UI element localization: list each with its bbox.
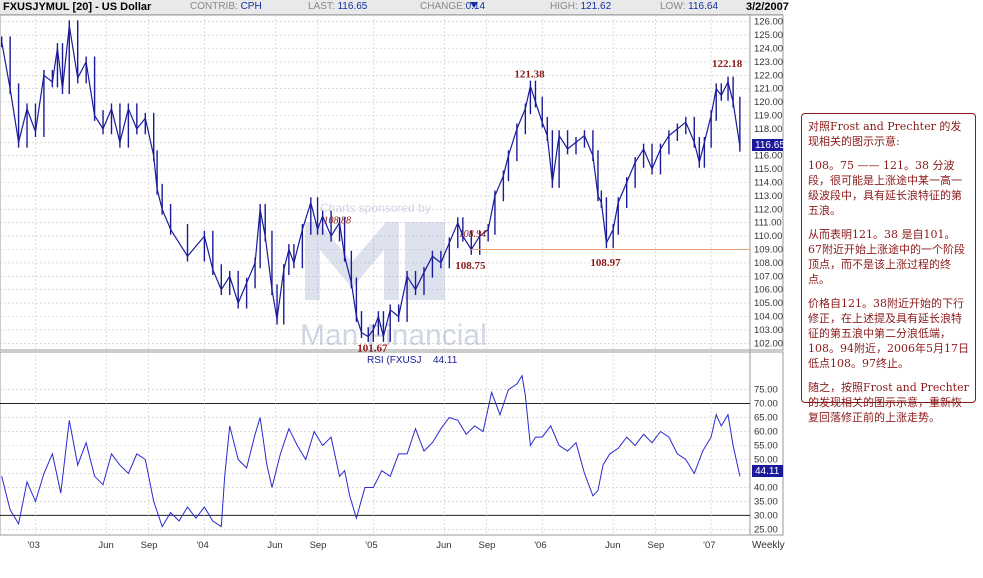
price-series xyxy=(0,20,750,342)
rsi-value-readout: 44.11 xyxy=(433,355,458,366)
price-tick-label: 118.00 xyxy=(754,124,782,135)
rsi-tick-label: 55.00 xyxy=(754,441,778,452)
note-para-4: 价格自121。38附近开始的下行修正，在上述提及具有延长浪特征的第五浪中第二分浪… xyxy=(808,297,969,370)
price-tick-label: 125.00 xyxy=(754,30,783,41)
time-tick-label: Jun xyxy=(436,540,451,551)
price-annotation: 108.88 xyxy=(324,215,352,226)
rsi-tick-label: 40.00 xyxy=(754,482,778,493)
time-tick-label: '05 xyxy=(365,540,377,551)
rsi-tick-label: 35.00 xyxy=(754,496,778,507)
price-annotation: 108.75 xyxy=(455,260,486,272)
price-tick-label: 126.00 xyxy=(754,17,783,28)
price-tick-label: 109.00 xyxy=(754,245,783,256)
time-tick-label: '04 xyxy=(196,540,208,551)
rsi-tick-label: 50.00 xyxy=(754,454,778,465)
rsi-line xyxy=(1,374,741,528)
price-tick-label: 122.00 xyxy=(754,70,783,81)
time-tick-label: Sep xyxy=(478,540,495,551)
price-tick-label: 123.00 xyxy=(754,57,783,68)
price-tick-label: 105.00 xyxy=(754,298,783,309)
annotation-note: 对照Frost and Prechter 的发现相关的图示示意: 108。75 … xyxy=(801,113,976,424)
rsi-tick-label: 70.00 xyxy=(754,399,778,410)
time-tick-label: '07 xyxy=(703,540,715,551)
watermark-bottom-text: Man Financial xyxy=(300,319,487,352)
price-tick-label: 120.00 xyxy=(754,97,783,108)
price-annotation: 108.97 xyxy=(590,257,621,269)
price-tick-label: 110.00 xyxy=(754,231,782,242)
price-tick-label: 108.00 xyxy=(754,258,783,269)
price-axis: 102.00 103.00 104.00 105.00 106.00 107.00 108.… xyxy=(754,17,783,350)
price-annotation: 101.67 xyxy=(357,343,388,355)
rsi-tick-label: 25.00 xyxy=(754,524,778,535)
rsi-tick-label: 30.00 xyxy=(754,510,778,521)
rsi-title: RSI (FXUSJ xyxy=(367,355,421,366)
rsi-tick-label: 75.00 xyxy=(754,385,778,396)
price-annotation: 121.38 xyxy=(514,69,545,81)
price-tick-label: 102.00 xyxy=(754,338,783,349)
price-tick-label: 115.00 xyxy=(754,164,782,175)
price-tick-label: 106.00 xyxy=(754,285,783,296)
time-tick-label: Jun xyxy=(605,540,620,551)
note-para-2: 108。75 —— 121。38 分波段，很可能是上涨途中某一高一级波段中，具有… xyxy=(808,159,962,217)
note-para-1: 对照Frost and Prechter 的发现相关的图示示意: xyxy=(808,120,962,148)
price-tick-label: 107.00 xyxy=(754,271,783,282)
price-tick-label: 112.00 xyxy=(754,204,782,215)
rsi-tick-label: 65.00 xyxy=(754,413,778,424)
price-tick-label: 119.00 xyxy=(754,111,782,122)
price-tick-label: 121.00 xyxy=(754,84,783,95)
time-tick-label: '06 xyxy=(534,540,546,551)
price-tick-label: 113.00 xyxy=(754,191,782,202)
price-tick-label: 111.00 xyxy=(754,218,782,229)
rsi-panel-frame xyxy=(0,351,784,536)
time-axis: Sep'03JunSep'04JunSep'05JunSep'06JunSep'… xyxy=(27,540,715,551)
price-tick-label: 124.00 xyxy=(754,44,783,55)
price-tick-label: 104.00 xyxy=(754,312,783,323)
time-tick-label: Sep xyxy=(141,540,158,551)
time-tick-label: Sep xyxy=(310,540,327,551)
rsi-series xyxy=(1,374,741,528)
time-tick-label: Jun xyxy=(267,540,282,551)
note-para-3: 从而表明121。38 是自101。67附近开始上涨途中的一个阶段顶点，而不是该上… xyxy=(808,228,965,286)
price-tick-label: 103.00 xyxy=(754,325,783,336)
last-rsi-label: 44.11 xyxy=(755,466,780,477)
watermark-top-text: Charts sponsored by xyxy=(320,201,431,215)
price-annotation: 122.18 xyxy=(712,58,743,70)
price-tick-label: 116.00 xyxy=(754,151,782,162)
price-tick-label: 114.00 xyxy=(754,178,782,189)
price-annotation: 108.94 xyxy=(459,229,487,240)
period-label: Weekly xyxy=(752,540,785,551)
time-tick-label: Jun xyxy=(98,540,113,551)
last-price-label: 116.65 xyxy=(755,140,785,151)
note-para-5: 随之，按照Frost and Prechter 的发现相关的图示示意，重新恢复回… xyxy=(808,381,969,424)
rsi-tick-label: 60.00 xyxy=(754,427,778,438)
chart-canvas: Charts sponsored by Man Financial 102.00… xyxy=(0,14,785,551)
rsi-axis: 25.0030.0035.0040.0045.0050.0055.0060.00… xyxy=(754,385,778,536)
time-tick-label: '03 xyxy=(27,540,39,551)
time-tick-label: Sep xyxy=(647,540,664,551)
